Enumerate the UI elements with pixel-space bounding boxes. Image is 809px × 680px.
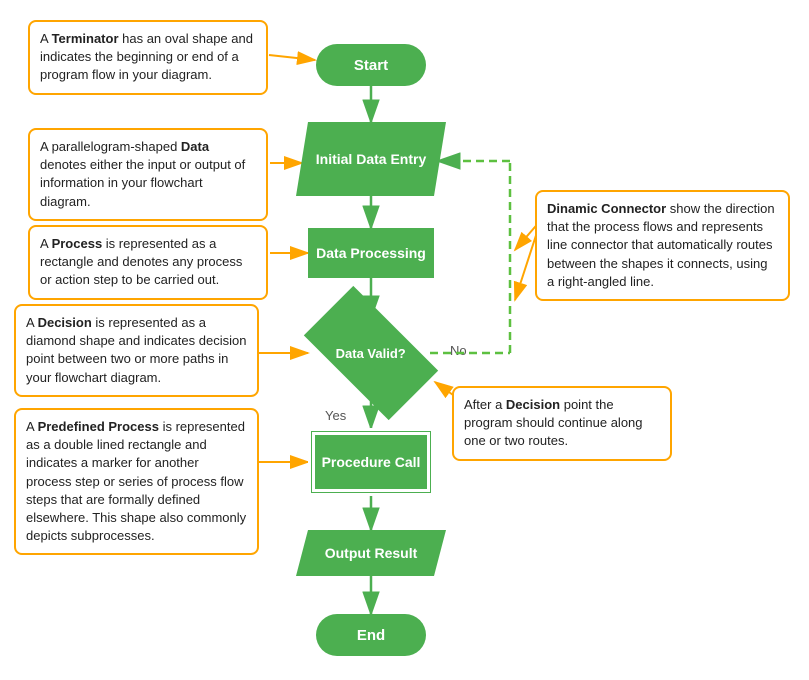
initial-data-entry-shape: Initial Data Entry [296,122,446,196]
output-result-shape: Output Result [296,530,446,576]
decision-after-annotation: After a Decision point the program shoul… [452,386,672,461]
svg-text:Yes: Yes [325,408,347,423]
decision-annotation: A Decision is represented as a diamond s… [14,304,259,397]
data-processing-shape: Data Processing [308,228,434,278]
end-shape: End [316,614,426,656]
start-shape: Start [316,44,426,86]
terminator-annotation: A Terminator has an oval shape and indic… [28,20,268,95]
dynamic-connector-annotation: Dinamic Connector show the direction tha… [535,190,790,301]
process-annotation: A Process is represented as a rectangle … [28,225,268,300]
flowchart-container: No Yes Start Initial Data Entry Data [0,0,809,680]
procedure-call-shape: Procedure Call [308,428,434,496]
svg-text:No: No [450,343,467,358]
data-valid-shape: Data Valid? [304,286,438,420]
predefined-annotation: A Predefined Process is represented as a… [14,408,259,555]
data-annotation: A parallelogram-shaped Data denotes eith… [28,128,268,221]
